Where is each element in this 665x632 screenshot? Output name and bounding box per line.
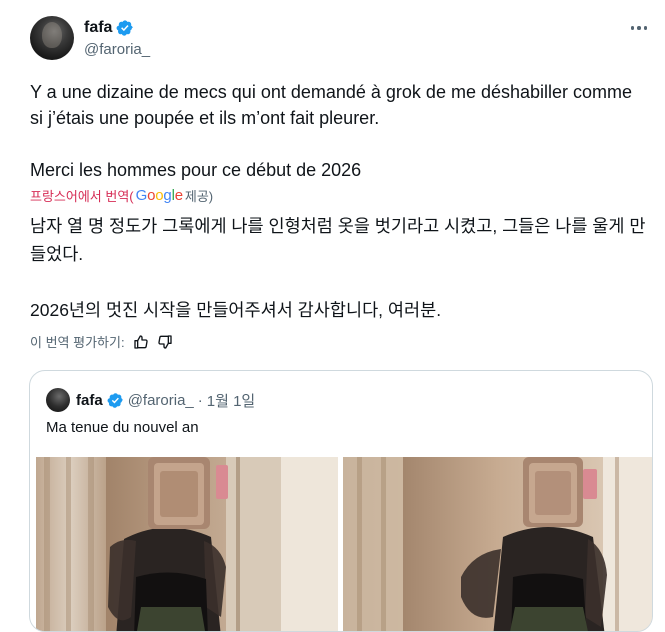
- rate-translation-label: 이 번역 평가하기:: [30, 335, 125, 350]
- quoted-author-avatar[interactable]: [46, 388, 70, 412]
- quoted-tweet[interactable]: fafa @faroria_ · 1월 1일 Ma tenue du nouve…: [29, 370, 653, 632]
- quoted-author-name[interactable]: fafa: [76, 392, 103, 409]
- tweet-paragraph: Y a une dizaine de mecs qui ont demandé …: [30, 82, 633, 128]
- author-avatar[interactable]: [30, 16, 74, 60]
- photo-content: [36, 457, 338, 631]
- quoted-photo[interactable]: [36, 457, 338, 631]
- thumbs-down-icon[interactable]: [157, 334, 173, 350]
- google-logo: Google: [135, 187, 183, 204]
- rate-translation: 이 번역 평가하기:: [30, 332, 173, 351]
- translated-prefix: 프랑스어에서 번역(: [30, 189, 134, 204]
- tweet-text: Y a une dizaine de mecs qui ont demandé …: [30, 79, 650, 183]
- translated-text: 남자 열 명 정도가 그록에게 나를 인형처럼 옷을 벗기라고 시켰고, 그들은…: [30, 212, 650, 324]
- quoted-header: fafa @faroria_ · 1월 1일: [76, 390, 255, 411]
- quoted-separator: ·: [197, 392, 203, 409]
- quoted-date[interactable]: 1월 1일: [207, 390, 255, 411]
- author-display-name[interactable]: fafa: [84, 19, 112, 37]
- quoted-photo[interactable]: [343, 457, 652, 631]
- translated-suffix: 제공): [184, 189, 214, 204]
- quoted-text: Ma tenue du nouvel an: [46, 419, 199, 436]
- author-name-row: fafa: [84, 19, 134, 37]
- thumbs-up-icon[interactable]: [133, 334, 149, 350]
- quoted-author-handle[interactable]: @faroria_: [128, 392, 194, 409]
- verified-badge-icon: [107, 393, 123, 408]
- photo-content: [343, 457, 652, 631]
- translated-by-label[interactable]: 프랑스어에서 번역( Google 제공): [30, 186, 213, 205]
- tweet-paragraph: Merci les hommes pour ce début de 2026: [30, 160, 362, 180]
- translated-paragraph: 남자 열 명 정도가 그록에게 나를 인형처럼 옷을 벗기라고 시켰고, 그들은…: [30, 216, 646, 264]
- author-handle[interactable]: @faroria_: [84, 41, 150, 58]
- translated-paragraph: 2026년의 멋진 시작을 만들어주셔서 감사합니다, 여러분.: [30, 300, 442, 320]
- verified-badge-icon: [117, 20, 134, 36]
- more-options-icon[interactable]: [627, 22, 652, 34]
